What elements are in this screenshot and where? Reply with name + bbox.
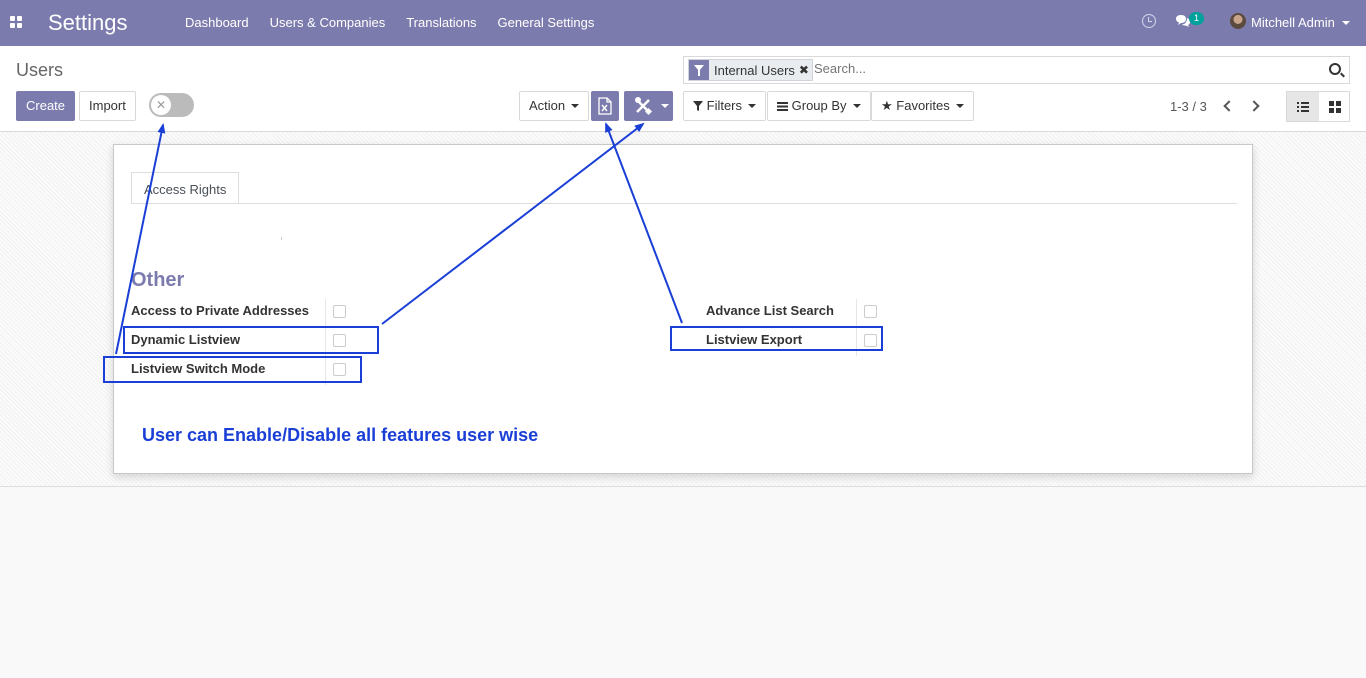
dynamic-listview-button[interactable] — [624, 91, 673, 121]
caret-down-icon — [661, 104, 669, 108]
control-panel: Users Create Import ✕ Action Internal Us… — [0, 46, 1366, 132]
field-label-advance-list-search: Advance List Search — [706, 303, 834, 318]
menu-item-dashboard[interactable]: Dashboard — [185, 15, 249, 30]
excel-export-icon — [598, 97, 612, 115]
app-title: Settings — [48, 10, 128, 35]
annotation-text: User can Enable/Disable all features use… — [142, 425, 539, 445]
create-button[interactable]: Create — [16, 91, 76, 121]
chevron-down-icon[interactable] — [1342, 21, 1350, 25]
divider — [325, 328, 326, 356]
action-label: Action — [529, 98, 566, 113]
favorites-dropdown[interactable]: ★ Favorites — [871, 91, 974, 121]
kanban-view-button[interactable] — [1319, 92, 1351, 121]
action-dropdown[interactable]: Action — [519, 91, 590, 121]
user-menu[interactable]: Mitchell Admin — [1251, 15, 1335, 30]
search-icon[interactable] — [1329, 63, 1341, 75]
list-view-button[interactable] — [1287, 92, 1319, 121]
notification-badge: 1 — [1189, 12, 1205, 25]
search-facet[interactable]: Internal Users ✖ — [688, 59, 813, 81]
hamburger-icon — [777, 102, 788, 111]
caret-down-icon — [852, 104, 861, 108]
checkbox-advance-list-search[interactable] — [864, 305, 877, 318]
kanban-view-icon — [1329, 101, 1341, 113]
field-label-listview-export: Listview Export — [706, 332, 803, 347]
tools-icon — [635, 97, 653, 116]
group-by-dropdown[interactable]: Group By — [767, 91, 871, 121]
field-label-dynamic-listview: Dynamic Listview — [131, 332, 241, 347]
field-label-listview-switch-mode: Listview Switch Mode — [131, 361, 266, 376]
listview-switch-toggle[interactable]: ✕ — [149, 93, 194, 117]
form-sheet: Access Rights Other Access to Private Ad… — [113, 144, 1253, 474]
caret-down-icon — [955, 104, 964, 108]
group-title: Other — [131, 269, 185, 291]
caret-down-icon — [571, 104, 580, 108]
import-button[interactable]: Import — [79, 91, 136, 121]
top-navbar: Settings Dashboard Users & Companies Tra… — [0, 0, 1366, 46]
facet-value: Internal Users — [714, 62, 795, 78]
group-by-label: Group By — [791, 98, 847, 113]
close-icon: ✕ — [151, 95, 171, 115]
filters-label: Filters — [706, 98, 743, 113]
tab-access-rights[interactable]: Access Rights — [131, 172, 240, 204]
view-switcher — [1286, 91, 1350, 122]
divider — [281, 237, 282, 240]
menu-item-users-companies[interactable]: Users & Companies — [270, 15, 386, 30]
divider — [856, 328, 857, 356]
menu-item-translations[interactable]: Translations — [406, 15, 476, 30]
breadcrumb: Users — [16, 60, 64, 80]
chevron-left-icon[interactable] — [1223, 100, 1235, 112]
tab-divider — [131, 203, 1237, 204]
search-input[interactable] — [814, 61, 1314, 76]
excel-export-button[interactable] — [591, 91, 619, 121]
field-label-private-addresses: Access to Private Addresses — [131, 303, 310, 318]
filters-dropdown[interactable]: Filters — [683, 91, 767, 121]
main-menu: Dashboard Users & Companies Translations… — [185, 15, 615, 30]
checkbox-listview-switch-mode[interactable] — [333, 363, 346, 376]
filter-icon — [689, 60, 709, 80]
favorites-label: Favorites — [896, 98, 950, 113]
list-view-icon — [1297, 102, 1309, 112]
divider — [856, 299, 857, 327]
checkbox-listview-export[interactable] — [864, 334, 877, 347]
search-bar: Internal Users ✖ — [683, 56, 1350, 84]
caret-down-icon — [748, 104, 757, 108]
clock-icon[interactable] — [1142, 14, 1156, 28]
menu-item-general-settings[interactable]: General Settings — [498, 15, 595, 30]
star-icon: ★ — [881, 98, 893, 113]
filter-icon — [693, 101, 703, 111]
chevron-right-icon[interactable] — [1248, 100, 1260, 112]
apps-icon[interactable] — [10, 16, 22, 28]
checkbox-private-addresses[interactable] — [333, 305, 346, 318]
avatar[interactable] — [1230, 13, 1246, 29]
pager-value[interactable]: 1-3 / 3 — [1170, 99, 1207, 114]
divider — [325, 299, 326, 327]
close-icon[interactable]: ✖ — [799, 63, 812, 77]
divider — [325, 357, 326, 385]
checkbox-dynamic-listview[interactable] — [333, 334, 346, 347]
